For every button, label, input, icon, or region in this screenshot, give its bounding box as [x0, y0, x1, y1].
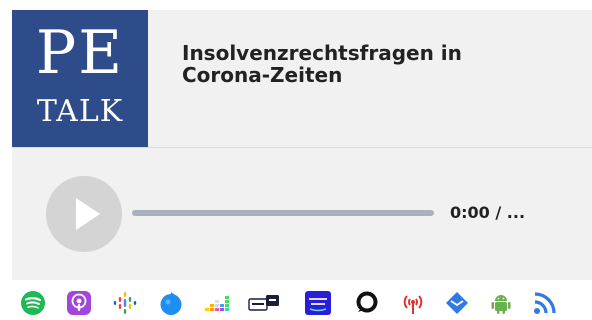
- cover-title: PE: [35, 18, 125, 88]
- deezer-icon[interactable]: [204, 290, 230, 316]
- tunein-icon[interactable]: [248, 290, 280, 316]
- apple-podcasts-icon[interactable]: [66, 290, 92, 316]
- android-icon[interactable]: [488, 290, 514, 316]
- cover-subtitle: TALK: [36, 94, 124, 129]
- play-button[interactable]: [46, 176, 122, 252]
- rss-icon[interactable]: [532, 290, 558, 316]
- time-display: 0:00 / ...: [450, 203, 526, 222]
- subscribe-icons: [20, 290, 580, 316]
- play-icon: [76, 198, 100, 230]
- amazon-music-icon[interactable]: [304, 290, 332, 316]
- divider: [12, 147, 592, 148]
- google-podcasts-icon[interactable]: [112, 290, 138, 316]
- progress-bar[interactable]: [132, 210, 434, 216]
- podcast-antenna-icon[interactable]: [400, 290, 426, 316]
- cover-art: PE TALK: [12, 10, 148, 147]
- player-header: PE TALK Insolvenzrechtsfragen in Corona-…: [12, 10, 592, 147]
- podcast-addict-icon[interactable]: [354, 290, 380, 316]
- email-icon[interactable]: [444, 290, 470, 316]
- episode-title: Insolvenzrechtsfragen in Corona-Zeiten: [182, 41, 462, 87]
- podcast-player: PE TALK Insolvenzrechtsfragen in Corona-…: [12, 10, 592, 280]
- castbox-icon[interactable]: [158, 290, 184, 316]
- spotify-icon[interactable]: [20, 290, 46, 316]
